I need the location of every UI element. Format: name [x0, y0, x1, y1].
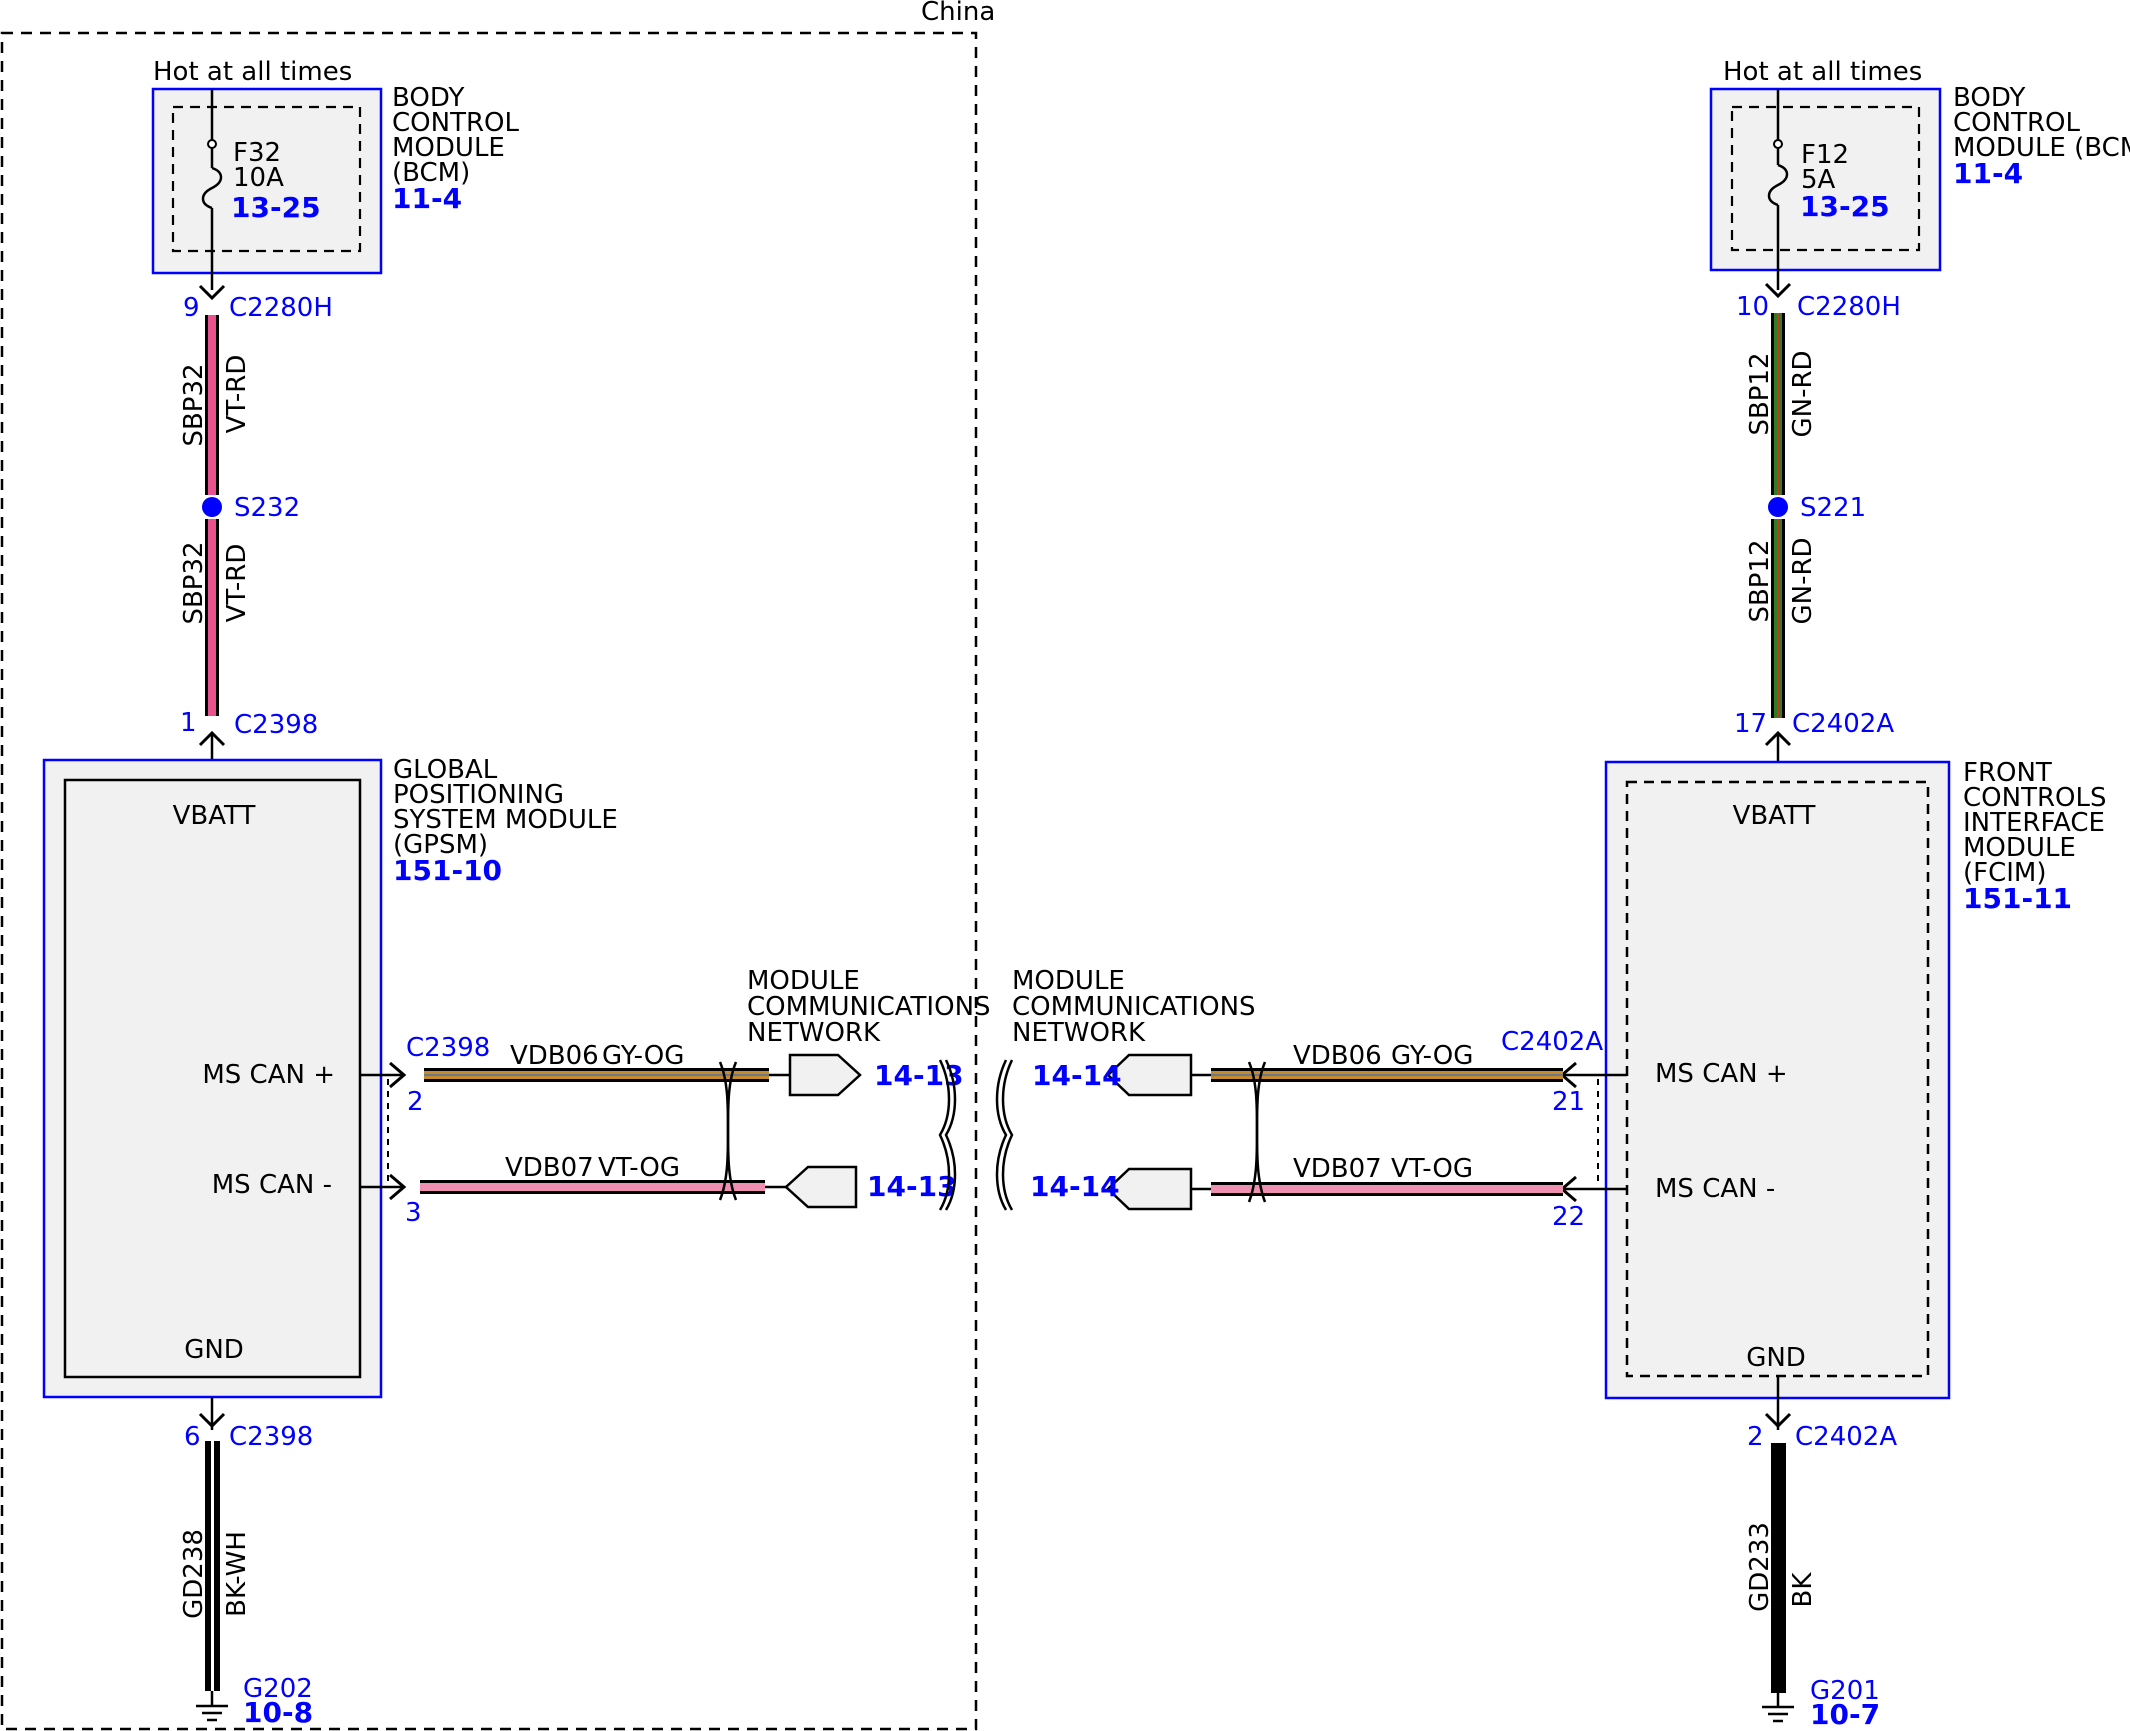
ground-ref-link[interactable]: 10-8: [243, 1696, 313, 1729]
connector-module-id: C2398: [234, 710, 318, 740]
splice-dot: [1768, 497, 1788, 517]
can-minus-circuit: VDB07: [1293, 1154, 1382, 1184]
wire-lower-color: VT-RD: [222, 544, 252, 623]
gpsm-vbatt: VBATT: [173, 801, 256, 831]
wire-lower-circuit: SBP12: [1745, 539, 1775, 622]
break-bracket-icon: [1001, 1059, 1014, 1211]
can-plus-pin: 2: [407, 1087, 424, 1117]
network-connector-plus-icon: [788, 1053, 862, 1097]
wiring-diagram: China Hot at all times F32 10A 13-25 BOD…: [0, 0, 2130, 1731]
fcim-gnd: GND: [1746, 1343, 1806, 1373]
can-connector-id: C2398: [406, 1033, 490, 1063]
splice-id: S221: [1800, 493, 1866, 523]
wire-gnd-color: BK: [1788, 1572, 1818, 1608]
left-circuit: Hot at all times F32 10A 13-25 BODY CONT…: [42, 57, 991, 1729]
network-connector-minus-icon: [1106, 1167, 1193, 1211]
connector-top-pin: 9: [183, 293, 200, 323]
can-minus-color: VT-OG: [1391, 1154, 1473, 1184]
fcim-ref-link[interactable]: 151-11: [1963, 882, 2072, 915]
ground-ref-link[interactable]: 10-7: [1810, 1698, 1880, 1731]
ground-icon: [1762, 1705, 1794, 1723]
can-minus-circuit: VDB07: [505, 1153, 594, 1183]
hot-label: Hot at all times: [153, 57, 352, 87]
connector-module-id: C2402A: [1792, 709, 1894, 739]
gpsm-ref-link[interactable]: 151-10: [393, 854, 502, 887]
fuse-rating: 10A: [233, 163, 284, 193]
network-label-3: NETWORK: [747, 1018, 881, 1048]
hot-label: Hot at all times: [1723, 57, 1922, 87]
bcm-ref-link[interactable]: 11-4: [392, 182, 462, 215]
gpsm-can-plus: MS CAN +: [202, 1060, 335, 1090]
fuse-ref-link[interactable]: 13-25: [231, 191, 321, 224]
connector-module-pin: 1: [180, 708, 197, 738]
can-minus-color: VT-OG: [598, 1153, 680, 1183]
connector-top-pin: 10: [1736, 292, 1769, 322]
wire-lower-circuit: SBP32: [179, 541, 209, 624]
can-minus-pin: 3: [405, 1198, 422, 1228]
can-plus-color: GY-OG: [1391, 1041, 1473, 1071]
can-plus-circuit: VDB06: [1293, 1041, 1382, 1071]
connector-gnd-id: C2398: [229, 1422, 313, 1452]
connector-module-pin: 17: [1734, 709, 1767, 739]
network-connector-minus-icon: [784, 1165, 858, 1209]
fuse-ref-link[interactable]: 13-25: [1800, 190, 1890, 223]
wire-upper-circuit: SBP32: [179, 363, 209, 446]
connector-gnd-pin: 2: [1747, 1422, 1764, 1452]
wire-lower-color: GN-RD: [1788, 537, 1818, 624]
connector-top-id: C2280H: [229, 293, 333, 323]
network-ref-plus-link[interactable]: 14-13: [874, 1059, 964, 1092]
splice-dot: [202, 497, 222, 517]
wire-gnd-circuit: GD233: [1745, 1522, 1775, 1612]
network-label-3: NETWORK: [1012, 1018, 1146, 1048]
gpsm-can-minus: MS CAN -: [212, 1170, 332, 1200]
region-label: China: [921, 0, 995, 27]
can-minus-pin: 22: [1552, 1202, 1585, 1232]
can-plus-pin: 21: [1552, 1087, 1585, 1117]
wire-upper-circuit: SBP12: [1745, 352, 1775, 435]
network-ref-minus-link[interactable]: 14-14: [1030, 1170, 1120, 1203]
bcm-ref-link[interactable]: 11-4: [1953, 157, 2023, 190]
right-circuit: Hot at all times F12 5A 13-25 BODY CONTR…: [995, 57, 2130, 1731]
wire-upper-color: GN-RD: [1788, 350, 1818, 437]
network-ref-plus-link[interactable]: 14-14: [1032, 1059, 1122, 1092]
connector-top-id: C2280H: [1797, 292, 1901, 322]
connector-gnd-id: C2402A: [1795, 1422, 1897, 1452]
wire-upper-color: VT-RD: [222, 355, 252, 434]
splice-id: S232: [234, 493, 300, 523]
fcim-vbatt: VBATT: [1733, 801, 1816, 831]
can-connector-id: C2402A: [1501, 1027, 1603, 1057]
can-plus-color: GY-OG: [602, 1041, 684, 1071]
network-ref-minus-link[interactable]: 14-13: [867, 1170, 957, 1203]
gpsm-gnd: GND: [184, 1335, 244, 1365]
connector-gnd-pin: 6: [184, 1422, 201, 1452]
can-plus-circuit: VDB06: [510, 1041, 599, 1071]
wire-gnd-circuit: GD238: [179, 1529, 209, 1619]
fcim-can-plus: MS CAN +: [1655, 1059, 1788, 1089]
ground-icon: [196, 1704, 228, 1722]
wire-gnd-color: BK-WH: [222, 1531, 252, 1617]
fcim-can-minus: MS CAN -: [1655, 1174, 1775, 1204]
